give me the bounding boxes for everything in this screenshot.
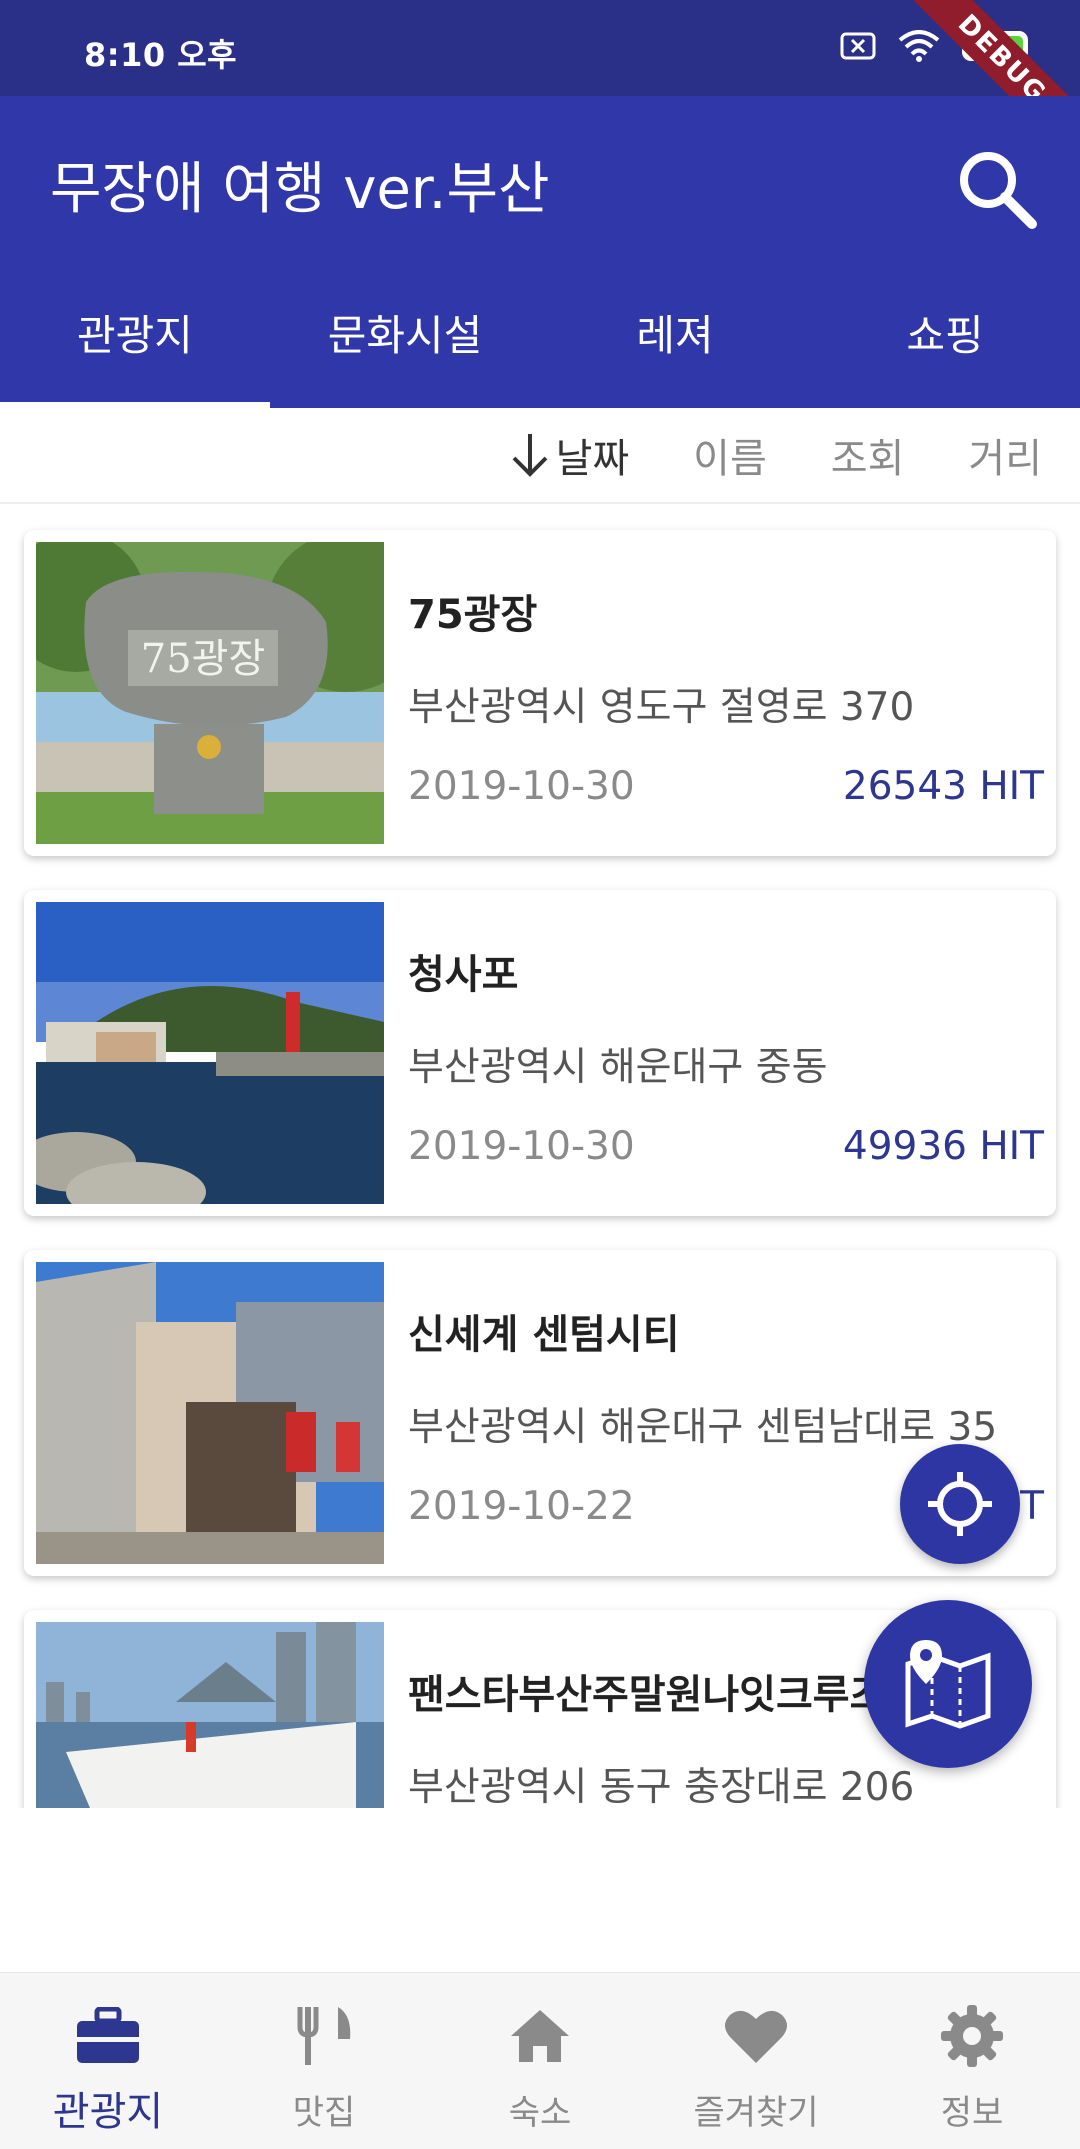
app-bar: 무장애 여행 ver.부산 관광지 문화시설 레져 쇼핑 bbox=[0, 96, 1080, 408]
place-thumbnail: 75광장 bbox=[36, 542, 384, 844]
place-thumbnail bbox=[36, 902, 384, 1204]
app-title: 무장애 여행 ver.부산 bbox=[50, 157, 550, 222]
place-address: 부산광역시 해운대구 센텀남대로 35 bbox=[408, 1405, 998, 1450]
utensils-icon bbox=[297, 2007, 351, 2065]
nav-label: 즐겨찾기 bbox=[693, 2093, 819, 2133]
place-address: 부산광역시 영도구 절영로 370 bbox=[408, 685, 915, 730]
sort-date-label: 날짜 bbox=[555, 436, 630, 482]
sort-distance[interactable]: 거리 bbox=[968, 426, 1042, 484]
wifi-icon bbox=[898, 30, 940, 62]
sim-x-icon bbox=[840, 32, 876, 60]
place-date: 2019-10-30 bbox=[408, 1124, 635, 1169]
place-hits: 26543 HIT bbox=[842, 764, 1044, 809]
tab-leisure[interactable]: 레져 bbox=[540, 256, 810, 408]
nav-label: 맛집 bbox=[292, 2093, 356, 2133]
map-view-button[interactable] bbox=[864, 1600, 1032, 1768]
place-date: 2019-10-30 bbox=[408, 764, 635, 809]
my-location-button[interactable] bbox=[900, 1444, 1020, 1564]
sort-views[interactable]: 조회 bbox=[831, 426, 905, 484]
arrow-down-icon bbox=[512, 434, 547, 477]
place-thumbnail bbox=[36, 1262, 384, 1564]
tab-shopping[interactable]: 쇼핑 bbox=[810, 256, 1080, 408]
heart-icon bbox=[725, 2010, 787, 2063]
list-item[interactable]: 신세계 센텀시티 부산광역시 해운대구 센텀남대로 35 2019-10-22 … bbox=[24, 1250, 1056, 1576]
sort-date[interactable]: 날짜 bbox=[510, 426, 630, 484]
briefcase-icon bbox=[77, 2007, 139, 2063]
tab-culture[interactable]: 문화시설 bbox=[270, 256, 540, 408]
gear-icon bbox=[941, 2005, 1003, 2067]
status-time: 8:10 오후 bbox=[84, 36, 238, 74]
stone-engraving-text: 75광장 bbox=[141, 636, 266, 682]
category-tabs: 관광지 문화시설 레져 쇼핑 bbox=[0, 256, 1080, 408]
place-thumbnail bbox=[36, 1622, 384, 1808]
home-icon bbox=[511, 2010, 569, 2062]
list-item[interactable]: 청사포 부산광역시 해운대구 중동 2019-10-30 49936 HIT bbox=[24, 890, 1056, 1216]
place-date: 2019-10-22 bbox=[408, 1484, 635, 1529]
status-bar: 8:10 오후 97 DEBUG bbox=[0, 0, 1080, 96]
nav-label: 관광지 bbox=[52, 2089, 164, 2135]
nav-info[interactable]: 정보 bbox=[864, 1973, 1080, 2149]
place-title: 신세계 센텀시티 bbox=[408, 1312, 680, 1358]
place-title: 청사포 bbox=[408, 952, 519, 998]
sort-bar: 날짜 이름 조회 거리 bbox=[0, 408, 1080, 504]
tab-tourist-spots[interactable]: 관광지 bbox=[0, 256, 270, 408]
nav-restaurants[interactable]: 맛집 bbox=[216, 1973, 432, 2149]
search-button[interactable] bbox=[948, 140, 1044, 236]
place-title: 75광장 bbox=[408, 592, 538, 638]
sort-name[interactable]: 이름 bbox=[693, 426, 767, 484]
place-hits: 49936 HIT bbox=[842, 1124, 1044, 1169]
place-address: 부산광역시 해운대구 중동 bbox=[408, 1045, 828, 1090]
nav-label: 정보 bbox=[940, 2093, 1004, 2133]
search-icon bbox=[960, 152, 1037, 229]
place-title: 팬스타부산주말원나잇크루즈 bbox=[408, 1672, 887, 1718]
bottom-navigation: 관광지 맛집 숙소 즐겨찾기 정보 bbox=[0, 1972, 1080, 2149]
nav-favorites[interactable]: 즐겨찾기 bbox=[648, 1973, 864, 2149]
nav-tourist-spots[interactable]: 관광지 bbox=[0, 1973, 216, 2149]
nav-label: 숙소 bbox=[508, 2093, 572, 2133]
map-pin-icon bbox=[905, 1640, 991, 1729]
crosshair-icon bbox=[928, 1472, 992, 1536]
list-item[interactable]: 75광장 75광장 부산광역시 영도구 절영로 370 2019-10-30 2… bbox=[24, 530, 1056, 856]
place-address: 부산광역시 동구 충장대로 206 bbox=[408, 1765, 915, 1808]
nav-lodging[interactable]: 숙소 bbox=[432, 1973, 648, 2149]
